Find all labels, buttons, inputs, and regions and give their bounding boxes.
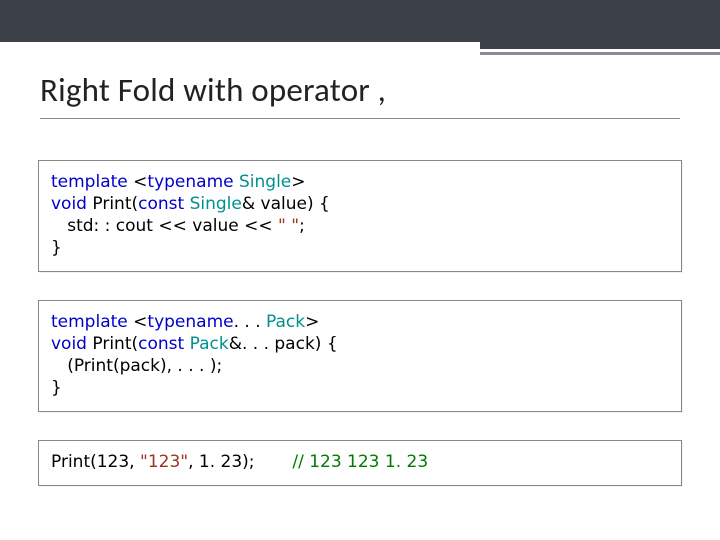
code-token: & value) { (242, 194, 330, 214)
code-token: // 123 123 1. 23 (292, 452, 428, 472)
code-token: , 1. 23); (188, 452, 292, 472)
code-token: Pack (190, 334, 229, 354)
code-token: void (51, 194, 87, 214)
code-line: } (51, 237, 669, 259)
code-token: Single (239, 172, 291, 192)
code-token: > (291, 172, 305, 192)
code-block-2: template <typename. . . Pack>void Print(… (38, 300, 682, 412)
code-line: void Print(const Single& value) { (51, 193, 669, 215)
code-token: typename (147, 172, 233, 192)
code-token: Print( (87, 334, 138, 354)
code-token: Single (190, 194, 242, 214)
header-bar-short (0, 0, 480, 42)
code-token: } (51, 378, 62, 398)
code-token: < (128, 312, 148, 332)
code-block-3: Print(123, "123", 1. 23); // 123 123 1. … (38, 440, 682, 486)
code-token: const (138, 194, 184, 214)
code-token: &. . . pack) { (229, 334, 338, 354)
code-token: typename (147, 312, 233, 332)
code-token: ; (299, 216, 305, 236)
code-token: Pack (266, 312, 305, 332)
code-token: Print( (87, 194, 138, 214)
code-line: void Print(const Pack&. . . pack) { (51, 333, 669, 355)
code-token: std: : cout << value << (51, 216, 278, 236)
header-bar (0, 0, 720, 49)
code-token: < (128, 172, 148, 192)
code-token: > (305, 312, 319, 332)
code-token: template (51, 312, 128, 332)
slide-title: Right Fold with operator , (40, 70, 680, 110)
code-line: (Print(pack), . . . ); (51, 355, 669, 377)
code-token: Print(123, (51, 452, 140, 472)
code-token: " " (278, 216, 299, 236)
code-token: template (51, 172, 128, 192)
slide: Right Fold with operator , template <typ… (0, 0, 720, 540)
code-token: "123" (140, 452, 188, 472)
code-token: (Print(pack), . . . ); (51, 356, 222, 376)
code-token: const (138, 334, 184, 354)
code-line: Print(123, "123", 1. 23); // 123 123 1. … (51, 451, 669, 473)
header-bar-long (480, 0, 720, 49)
code-token: } (51, 238, 62, 258)
code-line: } (51, 377, 669, 399)
code-token: . . . (234, 312, 266, 332)
code-block-1: template <typename Single>void Print(con… (38, 160, 682, 272)
code-line: template <typename Single> (51, 171, 669, 193)
code-line: template <typename. . . Pack> (51, 311, 669, 333)
code-token: void (51, 334, 87, 354)
code-line: std: : cout << value << " "; (51, 215, 669, 237)
title-container: Right Fold with operator , (40, 70, 680, 119)
